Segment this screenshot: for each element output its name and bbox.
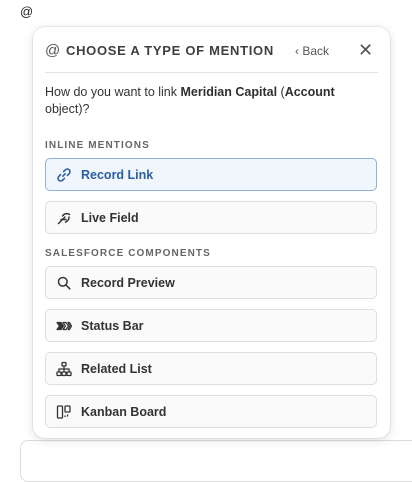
option-label: Live Field xyxy=(81,211,139,225)
option-label: Record Preview xyxy=(81,276,175,290)
option-label: Record Link xyxy=(81,168,154,182)
status-bar-icon xyxy=(56,321,72,331)
object-name: Account xyxy=(284,85,335,99)
popover-header: @ CHOOSE A TYPE OF MENTION ‹ Back ✕ xyxy=(45,41,378,61)
mention-type-popover: @ CHOOSE A TYPE OF MENTION ‹ Back ✕ How … xyxy=(33,27,390,438)
close-icon[interactable]: ✕ xyxy=(358,41,373,59)
popover-title: CHOOSE A TYPE OF MENTION xyxy=(66,43,274,58)
live-field-icon xyxy=(57,212,71,225)
section-label-salesforce-components: SALESFORCE COMPONENTS xyxy=(45,248,211,259)
background-editor-card xyxy=(20,440,412,482)
option-label: Kanban Board xyxy=(81,405,167,419)
section-label-inline-mentions: INLINE MENTIONS xyxy=(45,140,150,151)
option-live-field[interactable]: Live Field xyxy=(45,201,377,234)
question-suffix: object)? xyxy=(45,101,90,116)
question-paren: ( xyxy=(277,85,285,99)
option-record-preview[interactable]: Record Preview xyxy=(45,266,377,299)
link-question: How do you want to link Meridian Capital… xyxy=(45,84,365,117)
option-status-bar[interactable]: Status Bar xyxy=(45,309,377,342)
link-icon xyxy=(57,168,71,182)
option-kanban-board[interactable]: Kanban Board xyxy=(45,395,377,428)
option-related-list[interactable]: Related List xyxy=(45,352,377,385)
back-button[interactable]: ‹ Back xyxy=(295,44,329,58)
at-icon: @ xyxy=(45,42,61,59)
option-label: Related List xyxy=(81,362,152,376)
record-name: Meridian Capital xyxy=(180,85,278,99)
option-record-link[interactable]: Record Link xyxy=(45,158,377,191)
search-icon xyxy=(57,276,71,290)
kanban-icon xyxy=(56,405,71,419)
editor-at-symbol: @ xyxy=(20,4,34,19)
option-label: Status Bar xyxy=(81,319,144,333)
hierarchy-icon xyxy=(56,361,72,377)
header-divider xyxy=(45,72,378,73)
question-prefix: How do you want to link xyxy=(45,85,181,99)
